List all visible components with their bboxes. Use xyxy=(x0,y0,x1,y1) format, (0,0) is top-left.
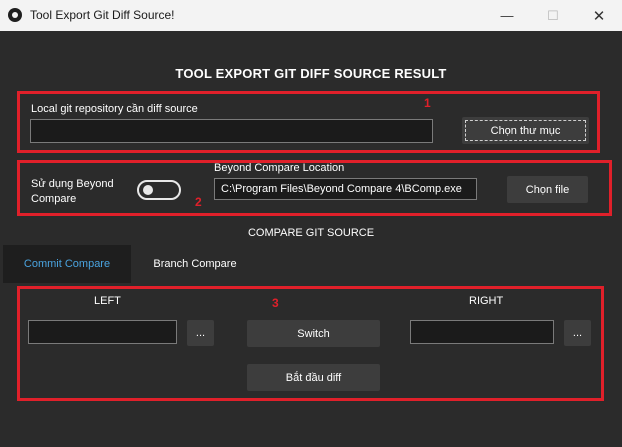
tab-commit-compare[interactable]: Commit Compare xyxy=(3,245,131,283)
beyond-location-label: Beyond Compare Location xyxy=(214,162,345,174)
repo-path-input[interactable] xyxy=(30,119,433,143)
app-icon xyxy=(8,8,22,22)
annotation-marker-3: 3 xyxy=(272,296,279,310)
title-bar: Tool Export Git Diff Source! — ☐ ✕ xyxy=(0,0,622,31)
switch-button[interactable]: Switch xyxy=(247,320,380,347)
browse-file-button[interactable]: Chọn file xyxy=(507,176,588,203)
compare-tabs: Commit Compare Branch Compare xyxy=(3,245,618,283)
left-label: LEFT xyxy=(94,295,121,307)
left-commit-input[interactable] xyxy=(28,320,177,344)
right-browse-button[interactable]: ... xyxy=(564,320,591,346)
minimize-button[interactable]: — xyxy=(484,0,530,31)
maximize-button[interactable]: ☐ xyxy=(530,0,576,31)
annotation-marker-1: 1 xyxy=(424,96,431,110)
window-title: Tool Export Git Diff Source! xyxy=(30,8,175,22)
beyond-location-input[interactable]: C:\Program Files\Beyond Compare 4\BComp.… xyxy=(214,178,477,200)
repo-label: Local git repository cần diff source xyxy=(31,103,198,115)
close-button[interactable]: ✕ xyxy=(576,0,622,31)
start-diff-button[interactable]: Bắt đầu diff xyxy=(247,364,380,391)
beyond-toggle-label: Sử dụng Beyond Compare xyxy=(31,178,114,205)
toggle-knob xyxy=(143,185,153,195)
compare-section-title: COMPARE GIT SOURCE xyxy=(247,227,375,239)
right-label: RIGHT xyxy=(469,295,504,307)
page-title: TOOL EXPORT GIT DIFF SOURCE RESULT xyxy=(175,66,447,81)
left-browse-button[interactable]: ... xyxy=(187,320,214,346)
beyond-compare-toggle[interactable] xyxy=(137,180,181,200)
browse-folder-button[interactable]: Chọn thư mục xyxy=(462,117,589,144)
right-commit-input[interactable] xyxy=(410,320,554,344)
annotation-marker-2: 2 xyxy=(195,195,202,209)
tab-branch-compare[interactable]: Branch Compare xyxy=(131,245,259,283)
